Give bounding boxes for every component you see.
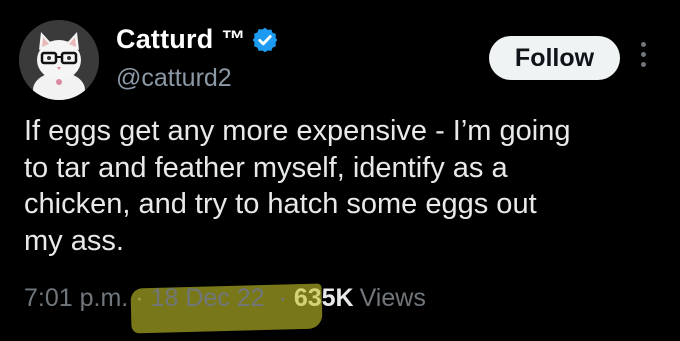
tweet-date: 18 Dec 22 <box>150 284 265 312</box>
vertical-ellipsis-icon[interactable] <box>636 42 650 76</box>
tweet-date-highlighted[interactable]: 18 Dec 22 · <box>151 284 294 313</box>
author-name-row: Catturd ™ <box>116 24 279 55</box>
cat-avatar-icon <box>19 20 99 100</box>
tweet-text: If eggs get any more expensive - I’m goi… <box>24 115 571 257</box>
tweet-time[interactable]: 7:01 p.m. <box>24 284 128 313</box>
views-label[interactable]: Views <box>360 284 426 313</box>
trademark-symbol: ™ <box>221 25 246 53</box>
meta-separator: · <box>278 284 287 312</box>
tweet-metadata: 7:01 p.m. · 18 Dec 22 · 635K Views <box>24 284 426 313</box>
display-name[interactable]: Catturd <box>116 24 213 55</box>
verified-badge-icon[interactable] <box>251 26 279 54</box>
avatar[interactable] <box>19 20 99 100</box>
follow-button[interactable]: Follow <box>489 36 620 80</box>
author-handle[interactable]: @catturd2 <box>116 64 232 93</box>
tweet-card: Catturd ™ @catturd2 Follow If eggs get a… <box>0 0 680 341</box>
